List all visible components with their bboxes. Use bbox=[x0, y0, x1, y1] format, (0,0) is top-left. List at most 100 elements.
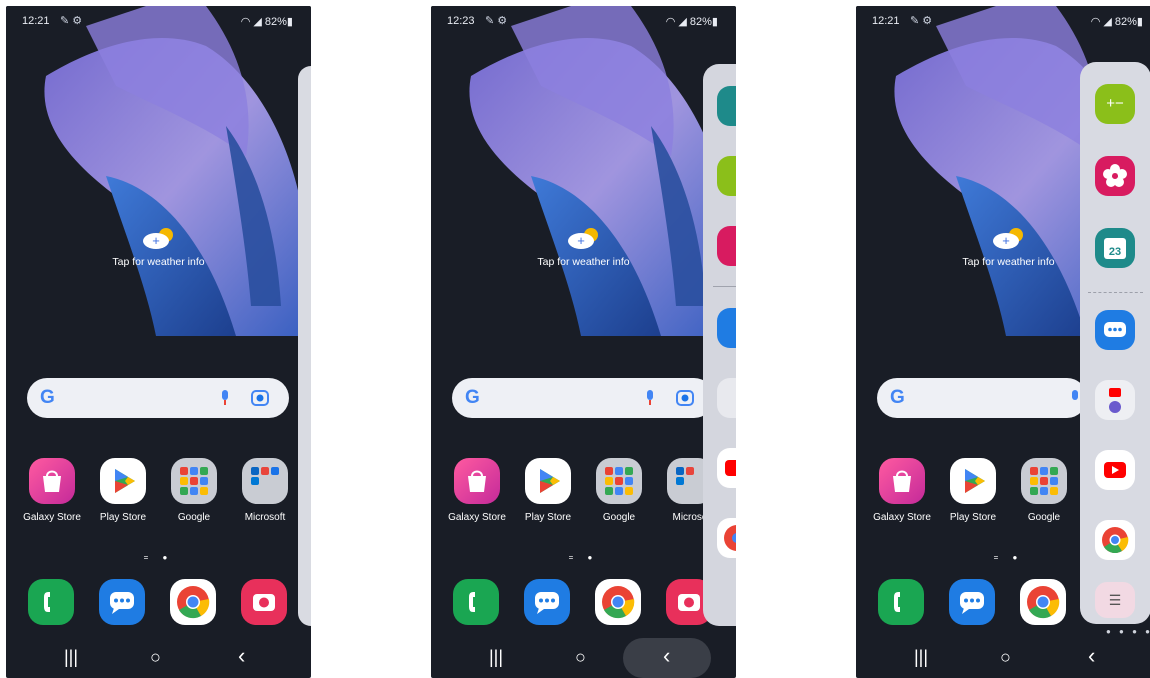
google-folder-icon bbox=[596, 458, 642, 504]
app-pair-edge-app[interactable] bbox=[1095, 380, 1135, 420]
chrome-app[interactable] bbox=[1020, 579, 1066, 625]
app-row: Galaxy Store Play Store Google Microso bbox=[431, 458, 736, 528]
calendar-edge-app[interactable]: 23 bbox=[1095, 228, 1135, 268]
calendar-icon: 23 bbox=[1104, 238, 1126, 259]
navigation-bar: ||| ○ ‹ bbox=[431, 638, 736, 678]
messages-app[interactable] bbox=[524, 579, 570, 625]
folder-google[interactable]: Google bbox=[1009, 458, 1079, 523]
edge-divider bbox=[713, 286, 736, 287]
back-button[interactable]: ‹ bbox=[1088, 643, 1095, 669]
google-lens-icon[interactable] bbox=[250, 388, 270, 408]
folder-microsoft[interactable]: Microsoft bbox=[230, 458, 300, 523]
recents-button[interactable]: ||| bbox=[914, 647, 928, 668]
phone-icon bbox=[44, 592, 50, 612]
google-lens-icon[interactable] bbox=[675, 388, 695, 408]
home-button[interactable]: ○ bbox=[150, 647, 161, 668]
edge-divider bbox=[1088, 292, 1143, 294]
home-screen-3: 12:21 ✎ ⚙ ◠ ◢ 82%▮ + Tap for weather inf… bbox=[856, 6, 1150, 678]
edge-panel[interactable]: +− 23 ☰ bbox=[1080, 62, 1150, 624]
weather-label: Tap for weather info bbox=[112, 256, 205, 268]
app-play-store[interactable]: Play Store bbox=[938, 458, 1008, 523]
phone-app[interactable] bbox=[878, 579, 924, 625]
weather-label: Tap for weather info bbox=[962, 256, 1055, 268]
status-right: ◠ ◢ 82%▮ bbox=[1090, 16, 1143, 28]
google-search-bar[interactable]: G bbox=[877, 378, 1087, 418]
phone-app[interactable] bbox=[28, 579, 74, 625]
notification-icons: ✎ ⚙ bbox=[485, 15, 508, 27]
svg-text:+−: +− bbox=[1106, 95, 1124, 112]
home-button[interactable]: ○ bbox=[575, 647, 586, 668]
weather-add-icon: + bbox=[567, 228, 598, 249]
page-indicator: = ● bbox=[568, 553, 599, 562]
calendar-edge-app[interactable] bbox=[717, 86, 736, 126]
dock bbox=[431, 579, 736, 629]
app-label: Google bbox=[177, 512, 211, 523]
chrome-icon bbox=[1102, 527, 1129, 554]
chrome-icon bbox=[177, 586, 210, 619]
app-label: Play Store bbox=[99, 512, 147, 523]
edge-page-indicator: ● ● ● ● bbox=[1106, 627, 1150, 636]
home-button[interactable]: ○ bbox=[1000, 647, 1011, 668]
weather-add-icon: + bbox=[992, 228, 1023, 249]
folder-google[interactable]: Google bbox=[584, 458, 654, 523]
dock bbox=[6, 579, 311, 629]
edge-panel[interactable] bbox=[703, 64, 736, 626]
google-g-icon: G bbox=[465, 387, 480, 408]
app-label: Play Store bbox=[949, 512, 997, 523]
camera-app[interactable] bbox=[241, 579, 287, 625]
chrome-app[interactable] bbox=[595, 579, 641, 625]
navigation-bar: ||| ○ ‹ bbox=[6, 642, 311, 676]
chrome-app[interactable] bbox=[170, 579, 216, 625]
play-store-icon bbox=[100, 458, 146, 504]
weather-widget[interactable]: + Tap for weather info bbox=[521, 226, 646, 268]
google-folder-icon bbox=[1021, 458, 1067, 504]
back-button[interactable]: ‹ bbox=[238, 643, 245, 669]
app-play-store[interactable]: Play Store bbox=[513, 458, 583, 523]
google-search-bar[interactable]: G bbox=[27, 378, 289, 418]
phone-app[interactable] bbox=[453, 579, 499, 625]
weather-widget[interactable]: + Tap for weather info bbox=[946, 226, 1071, 268]
clock: 12:21 bbox=[872, 15, 900, 27]
svg-text:+: + bbox=[152, 233, 160, 248]
youtube-edge-app[interactable] bbox=[1095, 450, 1135, 490]
chrome-edge-app[interactable] bbox=[717, 518, 736, 558]
calculator-edge-app[interactable] bbox=[717, 156, 736, 196]
microphone-icon[interactable] bbox=[640, 388, 660, 408]
messages-app[interactable] bbox=[99, 579, 145, 625]
app-galaxy-store[interactable]: Galaxy Store bbox=[17, 458, 87, 523]
folder-google[interactable]: Google bbox=[159, 458, 229, 523]
bixby-edge-app[interactable] bbox=[1095, 156, 1135, 196]
messages-edge-app[interactable] bbox=[717, 308, 736, 348]
recents-button[interactable]: ||| bbox=[489, 647, 503, 668]
back-button[interactable]: ‹ bbox=[663, 643, 670, 669]
messages-app[interactable] bbox=[949, 579, 995, 625]
edge-panel-handle[interactable] bbox=[298, 66, 311, 626]
bixby-edge-app[interactable] bbox=[717, 226, 736, 266]
app-label: Play Store bbox=[524, 512, 572, 523]
calculator-edge-app[interactable]: +− bbox=[1095, 84, 1135, 124]
app-galaxy-store[interactable]: Galaxy Store bbox=[442, 458, 512, 523]
app-label: Google bbox=[602, 512, 636, 523]
messages-edge-app[interactable] bbox=[1095, 310, 1135, 350]
youtube-music-edge-app[interactable] bbox=[717, 378, 736, 418]
chrome-icon bbox=[1027, 586, 1060, 619]
app-label: Galaxy Store bbox=[23, 512, 81, 523]
galaxy-store-icon bbox=[879, 458, 925, 504]
youtube-edge-app[interactable] bbox=[717, 448, 736, 488]
microphone-icon[interactable] bbox=[215, 388, 235, 408]
home-screen-1: 12:21 ✎ ⚙ ◠ ◢ 82%▮ + Tap for weather inf… bbox=[6, 6, 311, 678]
chrome-edge-app[interactable] bbox=[1095, 520, 1135, 560]
status-bar: 12:23 ✎ ⚙ ◠ ◢ 82%▮ bbox=[431, 14, 736, 30]
app-galaxy-store[interactable]: Galaxy Store bbox=[867, 458, 937, 523]
messages-icon bbox=[1104, 322, 1126, 337]
weather-add-icon: + bbox=[142, 228, 173, 249]
app-play-store[interactable]: Play Store bbox=[88, 458, 158, 523]
app-label: Microsoft bbox=[244, 512, 286, 523]
youtube-icon bbox=[1104, 462, 1126, 478]
weather-widget[interactable]: + Tap for weather info bbox=[96, 226, 221, 268]
home-screen-2: 12:23 ✎ ⚙ ◠ ◢ 82%▮ + Tap for weather inf… bbox=[431, 6, 736, 678]
recents-button[interactable]: ||| bbox=[64, 647, 78, 668]
wallpaper bbox=[6, 6, 311, 336]
edge-panel-menu-button[interactable]: ☰ bbox=[1095, 582, 1135, 618]
google-search-bar[interactable]: G bbox=[452, 378, 714, 418]
